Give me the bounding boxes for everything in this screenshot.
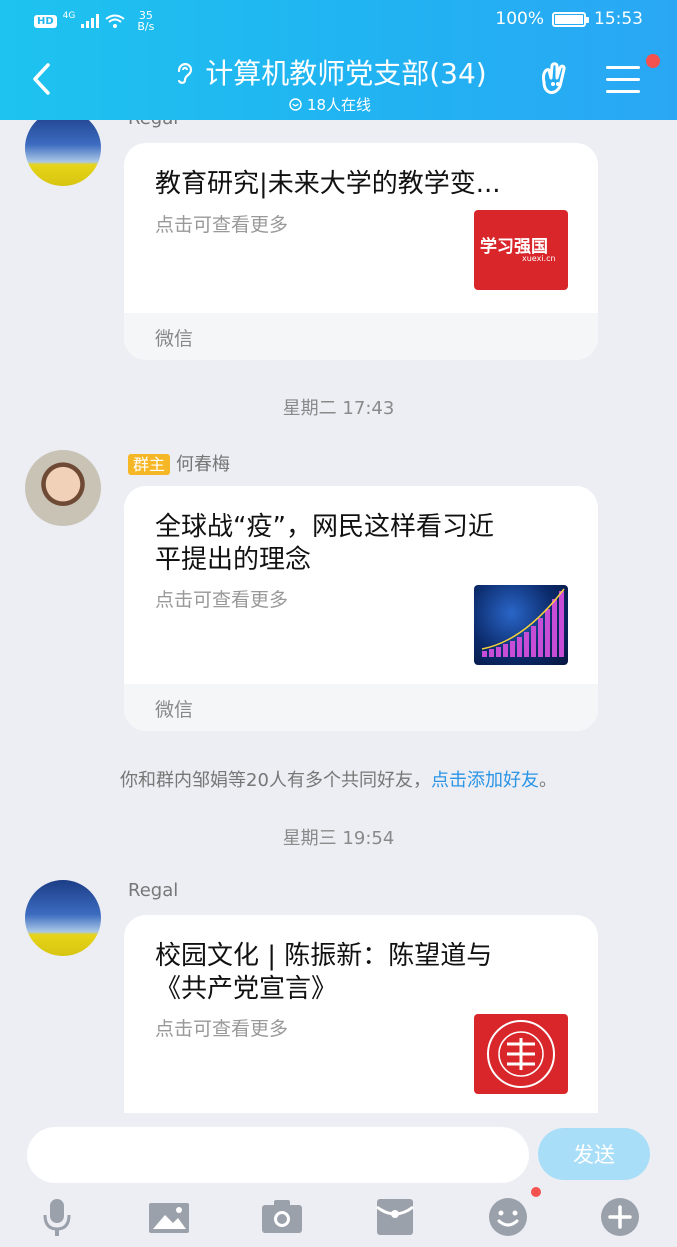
university-seal-icon [487,1020,555,1088]
status-bar: HD 4G 35 B/s 100% 15:53 [0,0,677,40]
sender-name: Regal [128,880,179,901]
card-subtitle: 点击可查看更多 [155,214,289,236]
timestamp: 星期二 17:43 [282,398,395,419]
chat-title-block[interactable]: 计算机教师党支部(34) 18人在线 [140,52,520,115]
online-count: 18人在线 [289,94,371,115]
chart-thumbnail-graphic [481,588,565,657]
menu-button[interactable] [606,66,640,94]
group-title: 计算机教师党支部(34) [173,52,487,92]
system-notice: 你和群内邹娟等20人有多个共同好友，点击添加好友。 [120,770,557,791]
online-icon [289,98,302,111]
avatar[interactable] [25,880,101,956]
emoji-notification-dot [531,1187,541,1197]
card-source: 微信 [124,313,598,360]
message-card[interactable]: 教育研究|未来大学的教学变... 点击可查看更多 学习强国 xuexi.cn 微… [124,143,598,360]
back-button[interactable] [28,62,56,96]
chat-area[interactable]: Regal 教育研究|未来大学的教学变... 点击可查看更多 学习强国 xuex… [0,120,677,1113]
emoji-icon[interactable] [486,1195,530,1239]
hand-gesture-icon[interactable] [536,60,576,100]
card-thumbnail [474,1014,568,1094]
sender-line: 群主 何春梅 [128,450,230,476]
wifi-icon [105,14,125,28]
message-card[interactable]: 全球战“疫”，网民这样看习近 平提出的理念 点击可查看更多 微信 [124,486,598,731]
avatar[interactable] [25,120,101,186]
network-type: 4G [62,11,76,21]
network-speed: 35 B/s [137,9,155,33]
red-packet-icon[interactable] [373,1195,417,1239]
sender-name: Regal [128,120,178,129]
card-source: 微信 [124,684,598,731]
send-button[interactable]: 发送 [538,1128,650,1180]
signal-icon [81,14,100,28]
card-thumbnail [474,585,568,665]
card-subtitle: 点击可查看更多 [155,589,289,611]
header-bar: HD 4G 35 B/s 100% 15:53 计算机教师党支部(34) 18人… [0,0,677,120]
card-thumbnail: 学习强国 xuexi.cn [474,210,568,290]
card-title: 教育研究|未来大学的教学变... [155,169,501,199]
battery-percent: 100% [495,9,544,29]
card-title: 全球战“疫”，网民这样看习近 平提出的理念 [155,512,494,575]
thumbnail-small-text: xuexi.cn [522,254,556,263]
battery-icon [552,11,589,27]
hd-icon: HD [34,14,57,28]
card-title: 校园文化 | 陈振新：陈望道与 《共产党宣言》 [155,941,493,1004]
camera-icon[interactable] [260,1195,304,1239]
card-subtitle: 点击可查看更多 [155,1018,289,1040]
image-icon[interactable] [147,1195,191,1239]
mic-icon[interactable] [35,1195,79,1239]
avatar[interactable] [25,450,101,526]
input-bar: 发送 [0,1113,677,1247]
plus-icon[interactable] [598,1195,642,1239]
group-name: 计算机教师党支部(34) [205,57,487,90]
owner-badge: 群主 [128,454,171,475]
timestamp: 星期三 19:54 [282,828,395,849]
message-input[interactable] [27,1127,529,1183]
sender-name: 何春梅 [176,454,231,475]
ear-icon [178,63,193,84]
clock: 15:53 [594,9,643,29]
add-friend-link[interactable]: 点击添加好友 [431,770,539,791]
message-card[interactable]: 校园文化 | 陈振新：陈望道与 《共产党宣言》 点击可查看更多 [124,915,598,1113]
notification-dot [646,54,660,68]
